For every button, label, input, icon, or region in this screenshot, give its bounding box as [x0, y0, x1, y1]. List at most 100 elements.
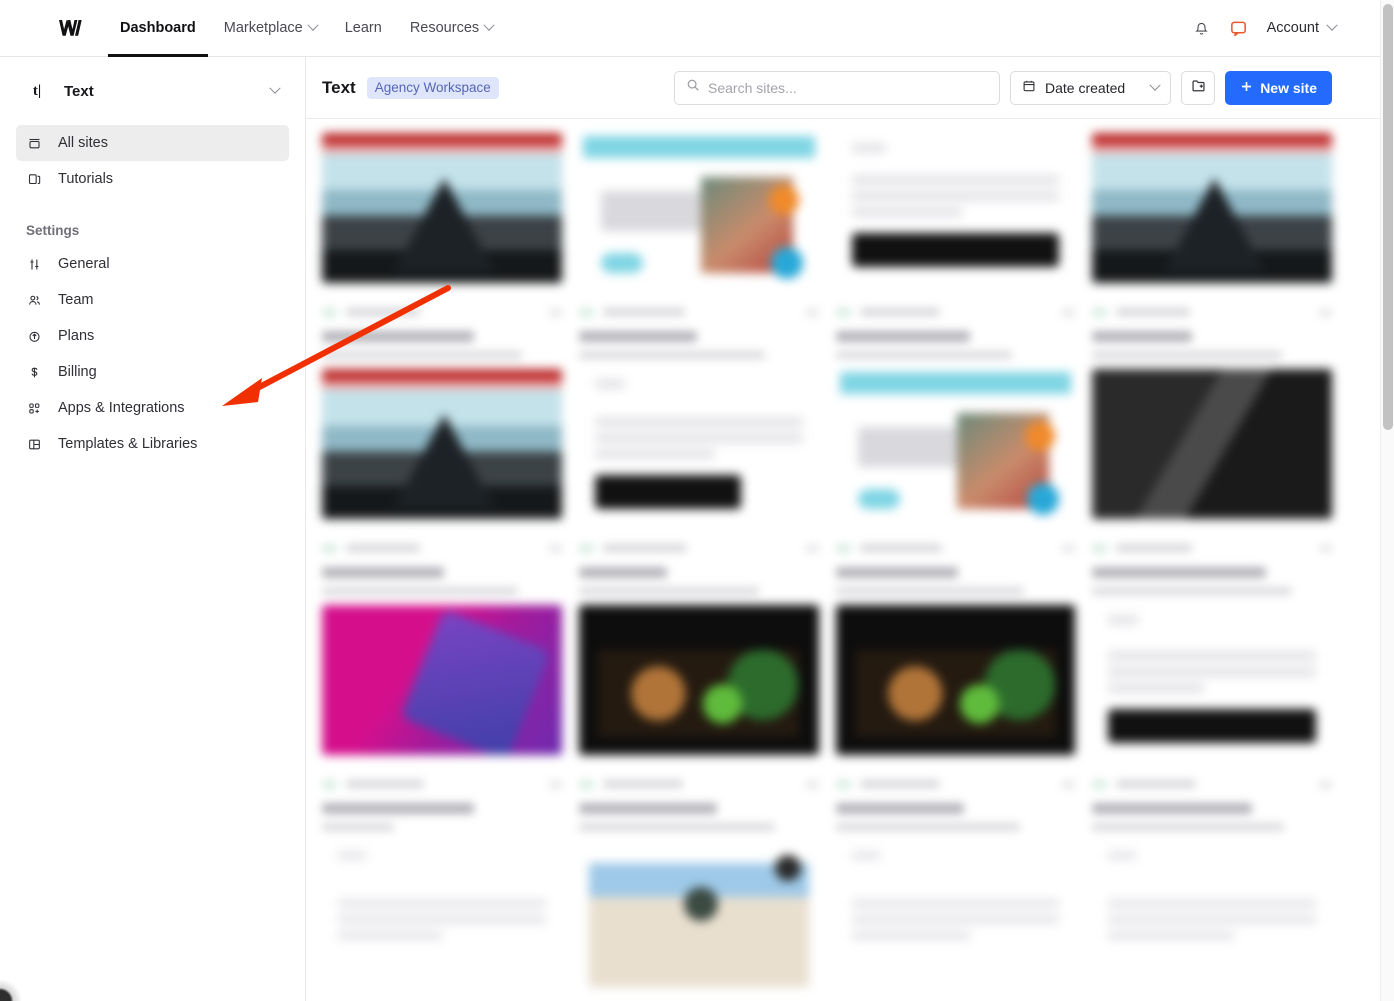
new-folder-button[interactable]	[1181, 70, 1216, 105]
sort-by-dropdown[interactable]: Date created	[1010, 70, 1172, 105]
site-domain	[322, 351, 522, 359]
sidebar-item-plans[interactable]: Plans	[16, 318, 289, 354]
new-site-button[interactable]: New site	[1225, 70, 1332, 105]
apps-grid-plus-icon	[26, 400, 43, 417]
nav-item-learn[interactable]: Learn	[331, 0, 396, 57]
site-domain	[578, 587, 759, 595]
site-name	[322, 331, 474, 342]
site-card[interactable]	[578, 369, 819, 595]
site-thumbnail	[322, 605, 562, 755]
sidebar-item-team[interactable]: Team	[16, 282, 289, 318]
site-card[interactable]	[578, 133, 819, 359]
site-card[interactable]	[1092, 369, 1332, 595]
site-status-row	[578, 755, 819, 801]
nav-item-dashboard[interactable]: Dashboard	[106, 0, 210, 57]
site-domain	[835, 823, 1020, 831]
site-status-row	[1092, 283, 1332, 329]
nav-item-label: Resources	[409, 20, 480, 36]
card-menu-icon[interactable]	[548, 544, 562, 552]
status-text	[602, 544, 687, 552]
site-card[interactable]	[322, 605, 562, 831]
site-thumbnail	[322, 133, 562, 283]
bell-icon[interactable]	[1193, 20, 1210, 37]
chevron-down-icon	[483, 19, 495, 31]
site-card[interactable]	[322, 369, 562, 595]
sidebar-item-label: Templates & Libraries	[58, 436, 198, 452]
site-card[interactable]	[1092, 605, 1332, 831]
site-domain	[835, 587, 1024, 595]
page-scrollbar-thumb[interactable]	[1383, 4, 1393, 430]
site-info	[578, 565, 819, 595]
webflow-logo-icon[interactable]	[58, 15, 84, 41]
card-menu-icon[interactable]	[548, 308, 562, 316]
sort-label: Date created	[1045, 79, 1126, 96]
site-card[interactable]	[835, 369, 1076, 595]
chat-bubble-icon[interactable]	[1229, 19, 1248, 38]
sites-grid-scroll-area[interactable]	[306, 119, 1380, 1001]
status-text	[346, 780, 424, 788]
status-badge	[578, 543, 594, 553]
calendar-icon	[1022, 79, 1036, 96]
card-menu-icon[interactable]	[548, 780, 562, 788]
status-badge	[835, 779, 851, 789]
site-name	[322, 803, 474, 814]
sidebar-item-templates-libraries[interactable]: Templates & Libraries	[16, 426, 289, 462]
status-badge	[835, 307, 851, 317]
card-menu-icon[interactable]	[1062, 308, 1076, 316]
card-menu-icon[interactable]	[805, 780, 819, 788]
site-name	[1092, 331, 1193, 342]
status-badge	[1092, 779, 1108, 789]
card-menu-icon[interactable]	[1062, 780, 1076, 788]
site-info	[1092, 801, 1332, 831]
sidebar-item-apps-integrations[interactable]: Apps & Integrations	[16, 390, 289, 426]
nav-item-marketplace[interactable]: Marketplace	[210, 0, 331, 57]
chevron-down-icon	[1326, 19, 1338, 31]
card-menu-icon[interactable]	[805, 544, 819, 552]
site-card[interactable]	[1092, 841, 1332, 991]
site-info	[1092, 329, 1332, 359]
sidebar-item-all-sites[interactable]: All sites	[16, 125, 289, 161]
workspace-switcher[interactable]: t| Text	[16, 71, 289, 111]
site-domain	[1092, 351, 1283, 359]
account-menu[interactable]: Account	[1266, 19, 1338, 36]
plus-icon	[1240, 80, 1253, 96]
site-card[interactable]	[322, 133, 562, 359]
sidebar-item-tutorials[interactable]: Tutorials	[16, 161, 289, 197]
card-menu-icon[interactable]	[805, 308, 819, 316]
status-text	[859, 308, 940, 316]
site-domain	[578, 351, 765, 359]
site-card[interactable]	[578, 605, 819, 831]
site-info	[578, 801, 819, 831]
sidebar-item-general[interactable]: General	[16, 246, 289, 282]
status-badge	[578, 779, 594, 789]
card-menu-icon[interactable]	[1319, 780, 1332, 788]
search-sites-box[interactable]	[674, 70, 1001, 105]
site-status-row	[322, 519, 562, 565]
site-card[interactable]	[322, 841, 562, 991]
site-card[interactable]	[835, 841, 1076, 991]
status-text	[346, 544, 420, 552]
chevron-down-icon	[307, 19, 319, 31]
account-label: Account	[1266, 20, 1319, 36]
play-cards-icon	[26, 171, 43, 188]
site-thumbnail	[322, 841, 562, 991]
site-card[interactable]	[1092, 133, 1332, 359]
page-scrollbar-track[interactable]	[1380, 0, 1394, 1001]
nav-item-label: Marketplace	[223, 20, 303, 36]
site-status-row	[578, 283, 819, 329]
sidebar-item-label: Plans	[58, 328, 95, 344]
site-card[interactable]	[578, 841, 819, 991]
card-menu-icon[interactable]	[1319, 544, 1332, 552]
dollar-sign-icon	[26, 364, 43, 381]
site-card[interactable]	[835, 133, 1076, 359]
layout-panels-icon	[26, 436, 43, 453]
card-menu-icon[interactable]	[1062, 544, 1076, 552]
sidebar-item-billing[interactable]: Billing	[16, 354, 289, 390]
site-info	[322, 329, 562, 359]
card-menu-icon[interactable]	[1319, 308, 1332, 316]
site-card[interactable]	[835, 605, 1076, 831]
nav-item-label: Dashboard	[120, 20, 196, 36]
search-input[interactable]	[708, 79, 989, 96]
nav-item-resources[interactable]: Resources	[396, 0, 507, 57]
sliders-icon	[26, 256, 43, 273]
